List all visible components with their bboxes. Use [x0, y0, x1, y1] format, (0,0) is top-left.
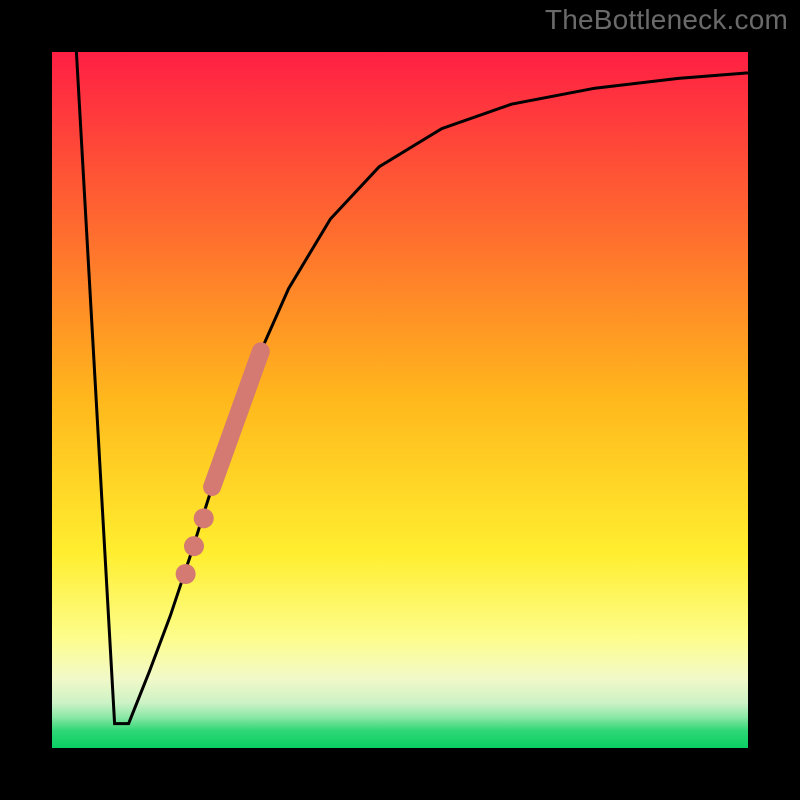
bottleneck-chart: [0, 0, 800, 800]
chart-container: TheBottleneck.com: [0, 0, 800, 800]
plot-area: [52, 52, 748, 748]
watermark-text: TheBottleneck.com: [545, 4, 788, 36]
